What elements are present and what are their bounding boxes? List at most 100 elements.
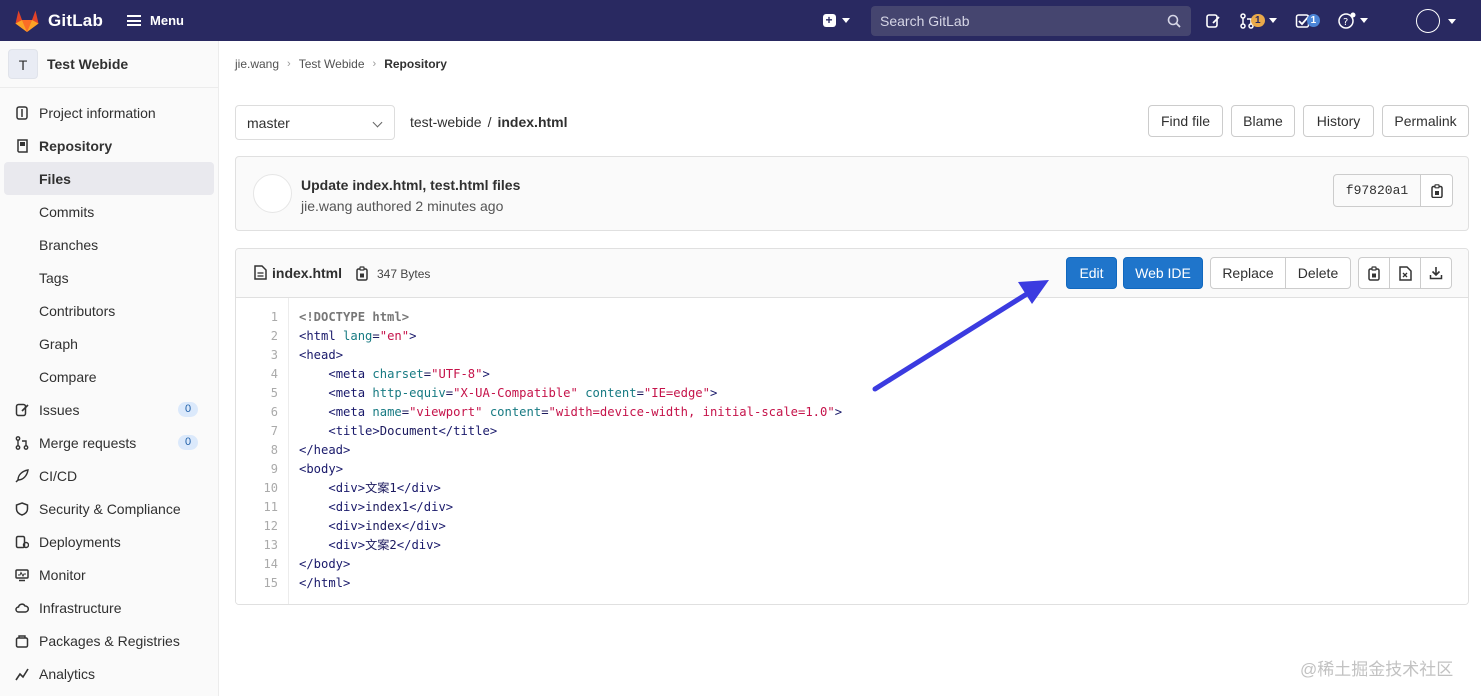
line-number[interactable]: 1 [236,308,278,327]
line-number[interactable]: 12 [236,517,278,536]
create-new-button[interactable]: + [816,7,856,35]
logo-text: GitLab [48,10,104,30]
copy-contents-button[interactable] [1358,257,1390,289]
sidebar-item-packages-registries[interactable]: Packages & Registries [0,624,218,657]
project-header[interactable]: T Test Webide [0,41,218,88]
code-line: <body> [299,462,344,476]
search-box[interactable] [871,6,1191,36]
replace-button[interactable]: Replace [1210,257,1286,289]
code-line: <html lang="en"> [299,329,417,343]
sidebar-subitem-branches[interactable]: Branches [0,228,218,261]
line-number[interactable]: 5 [236,384,278,403]
chart-icon [14,666,30,682]
line-number[interactable]: 8 [236,441,278,460]
sidebar-item-monitor[interactable]: Monitor [0,558,218,591]
rocket-icon [14,468,30,484]
sidebar-item-deployments[interactable]: Deployments [0,525,218,558]
breadcrumb: jie.wang › Test Webide › Repository [235,57,447,71]
sidebar-subitem-contributors[interactable]: Contributors [0,294,218,327]
menu-label: Menu [150,13,184,28]
line-number[interactable]: 15 [236,574,278,593]
user-avatar[interactable] [1416,9,1440,33]
breadcrumb-user[interactable]: jie.wang [235,57,279,71]
gitlab-logo[interactable]: GitLab [14,9,103,33]
sidebar-item-issues[interactable]: Issues 0 [0,393,218,426]
search-input[interactable] [871,13,1151,29]
path-repo-link[interactable]: test-webide [410,114,482,130]
todos-nav-button[interactable]: 1 [1295,13,1321,29]
sidebar-item-analytics[interactable]: Analytics [0,657,218,690]
sidebar-item-label: Infrastructure [39,599,122,616]
line-number[interactable]: 11 [236,498,278,517]
info-icon [14,105,30,121]
path-file-name: index.html [497,114,568,130]
code-line: <title>Document</title> [328,424,498,438]
file-name: index.html [272,265,343,281]
copy-sha-button[interactable] [1420,174,1453,207]
commit-sha[interactable]: f97820a1 [1333,174,1421,207]
commit-title[interactable]: Update index.html, test.html files [301,177,520,193]
chevron-right-icon: › [372,58,377,70]
download-button[interactable] [1420,257,1452,289]
line-number[interactable]: 6 [236,403,278,422]
plus-icon: + [822,14,836,27]
line-number-gutter: 1 2 3 4 5 6 7 8 9 10 11 12 13 14 15 [236,298,289,604]
menu-button[interactable]: Menu [127,13,184,28]
line-number[interactable]: 7 [236,422,278,441]
line-number[interactable]: 9 [236,460,278,479]
sidebar-subitem-graph[interactable]: Graph [0,327,218,360]
line-number[interactable]: 10 [236,479,278,498]
code-line: <meta charset="UTF-8"> [328,367,490,381]
sidebar-subitem-tags[interactable]: Tags [0,261,218,294]
sidebar-item-repository[interactable]: Repository [0,129,218,162]
svg-text:?: ? [1343,17,1348,28]
issues-count-badge: 0 [178,402,199,417]
sidebar-item-security-compliance[interactable]: Security & Compliance [0,492,218,525]
edit-button[interactable]: Edit [1066,257,1117,289]
web-ide-button[interactable]: Web IDE [1123,257,1203,289]
sidebar-subitem-commits[interactable]: Commits [0,195,218,228]
branch-selector[interactable]: master [235,105,395,140]
code-line: <div>文案1</div> [328,481,441,495]
line-number[interactable]: 13 [236,536,278,555]
help-nav-button[interactable]: ? [1338,12,1369,30]
code-line: <div>index</div> [328,519,446,533]
permalink-button[interactable]: Permalink [1382,105,1469,137]
code-line: </head> [299,443,351,457]
commit-author-avatar[interactable] [253,174,292,213]
sidebar-item-project-information[interactable]: Project information [0,96,218,129]
sidebar-item-merge-requests[interactable]: Merge requests 0 [0,426,218,459]
sidebar-item-label: Project information [39,104,156,121]
commit-meta: jie.wang authored 2 minutes ago [301,198,503,214]
sidebar-item-label: Packages & Registries [39,632,180,649]
find-file-button[interactable]: Find file [1148,105,1223,137]
copy-path-icon[interactable] [355,266,369,281]
project-sidebar: T Test Webide Project information Reposi… [0,41,219,696]
blame-button[interactable]: Blame [1231,105,1295,137]
breadcrumb-current[interactable]: Repository [384,57,447,71]
open-raw-button[interactable] [1389,257,1421,289]
code-line: <meta http-equiv="X-UA-Compatible" conte… [328,386,718,400]
commit-author[interactable]: jie.wang [301,198,352,214]
issues-nav-button[interactable] [1205,13,1221,29]
watermark-text: @稀土掘金技术社区 [1300,660,1454,679]
download-icon [1429,267,1443,280]
sidebar-item-infrastructure[interactable]: Infrastructure [0,591,218,624]
line-number[interactable]: 2 [236,327,278,346]
merge-requests-nav-button[interactable]: 1 [1239,12,1277,29]
sidebar-subitem-compare[interactable]: Compare [0,360,218,393]
history-button[interactable]: History [1303,105,1374,137]
copy-icon [1368,265,1380,281]
line-number[interactable]: 4 [236,365,278,384]
sidebar-item-ci-cd[interactable]: CI/CD [0,459,218,492]
help-icon: ? [1338,12,1356,29]
sidebar-subitem-files[interactable]: Files [4,162,214,195]
breadcrumb-project[interactable]: Test Webide [299,57,365,71]
chevron-down-icon[interactable] [1448,19,1456,24]
line-number[interactable]: 14 [236,555,278,574]
file-size: 347 Bytes [377,267,431,281]
merge-request-icon [14,435,30,451]
delete-button[interactable]: Delete [1285,257,1351,289]
deployments-icon [14,534,30,550]
line-number[interactable]: 3 [236,346,278,365]
